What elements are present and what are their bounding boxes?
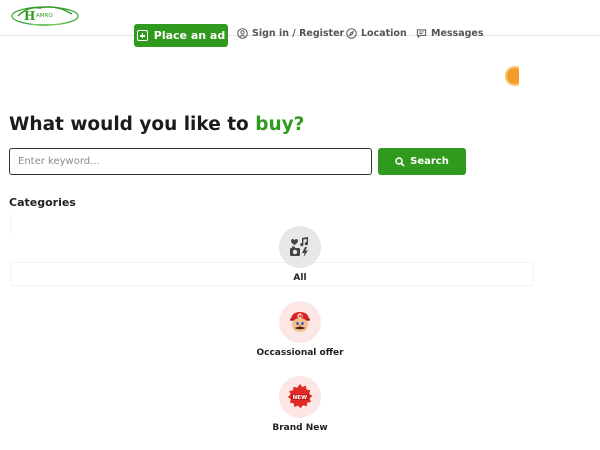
location-link[interactable]: Location [346, 28, 407, 39]
title-accent: buy? [255, 114, 305, 135]
page-title: What would you like to buy? [9, 114, 304, 135]
divider [10, 213, 14, 233]
grid-media-icon [290, 237, 309, 257]
title-prefix: What would you like to [9, 114, 256, 135]
category-label: Occassional offer [256, 348, 344, 358]
place-ad-button[interactable]: Place an ad [134, 24, 228, 47]
category-icon-circle [279, 226, 321, 268]
category-label: Brand New [272, 423, 328, 433]
plus-square-icon [136, 30, 148, 41]
search-input[interactable] [9, 148, 372, 175]
place-ad-label: Place an ad [153, 29, 226, 42]
search-button[interactable]: Search [378, 148, 466, 175]
compass-icon [346, 28, 357, 39]
svg-text:H: H [24, 9, 35, 23]
category-label: All [293, 273, 307, 283]
svg-text:NEW: NEW [293, 395, 308, 401]
category-occasional-offer[interactable]: M Occassional offer [240, 301, 360, 358]
logo[interactable]: H AMRO [10, 2, 80, 28]
site-header: H AMRO Place an ad Sign in / Register Lo… [0, 0, 600, 47]
categories-title: Categories [9, 196, 76, 209]
mario-icon: M [290, 312, 310, 332]
sign-in-label: Sign in / Register [252, 28, 345, 39]
search-button-label: Search [410, 156, 449, 167]
search-icon [395, 156, 405, 167]
messages-label: Messages [431, 28, 484, 39]
category-icon-circle: NEW [279, 376, 321, 418]
location-label: Location [361, 28, 407, 39]
user-icon [237, 28, 248, 39]
message-icon [416, 29, 427, 39]
category-all[interactable]: All [240, 226, 360, 283]
svg-text:AMRO: AMRO [36, 13, 53, 19]
category-brand-new[interactable]: NEW Brand New [240, 376, 360, 433]
category-icon-circle: M [279, 301, 321, 343]
new-badge-icon: NEW [287, 384, 313, 409]
promo-badge-icon[interactable] [505, 66, 519, 86]
messages-link[interactable]: Messages [416, 28, 484, 39]
sign-in-link[interactable]: Sign in / Register [237, 28, 344, 39]
